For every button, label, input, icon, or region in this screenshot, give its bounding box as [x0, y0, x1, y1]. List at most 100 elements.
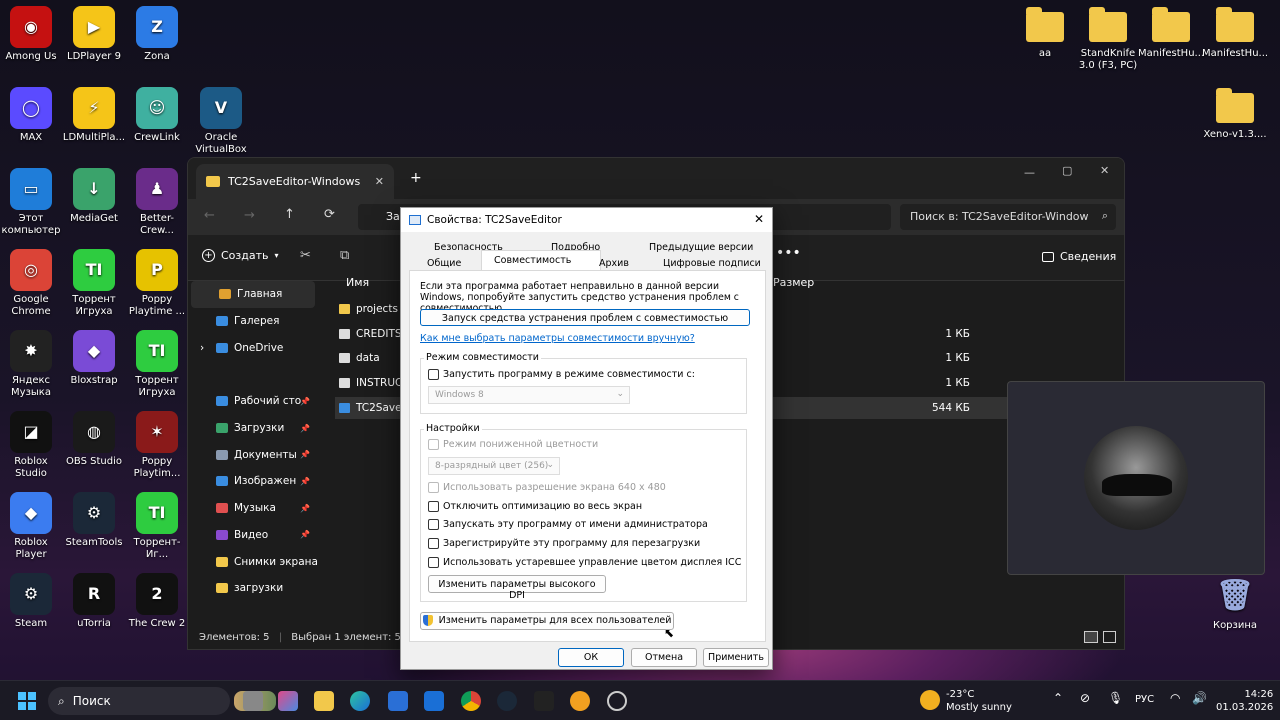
- new-tab-icon[interactable]: +: [410, 170, 422, 186]
- copy-icon[interactable]: ⧉: [340, 248, 349, 263]
- desktop-icon[interactable]: ⚙ Steam: [0, 573, 64, 630]
- file-explorer-taskbar-icon[interactable]: [314, 691, 334, 711]
- close-tab-icon[interactable]: ✕: [375, 175, 384, 188]
- chevron-right-icon[interactable]: ›: [200, 342, 204, 354]
- outlook-icon[interactable]: [424, 691, 444, 711]
- new-button[interactable]: + Создать ▾: [202, 249, 279, 262]
- copilot-icon[interactable]: [278, 691, 298, 711]
- column-name-header[interactable]: Имя: [346, 276, 369, 289]
- close-window-icon[interactable]: ✕: [1100, 164, 1109, 177]
- troubleshooter-button[interactable]: Запуск средства устранения проблем с сов…: [420, 309, 750, 326]
- desktop-icon[interactable]: ⚙ SteamTools: [61, 492, 127, 549]
- chat-app-icon[interactable]: [570, 691, 590, 711]
- explorer-tab[interactable]: TC2SaveEditor-Windows ✕: [196, 164, 394, 199]
- desktop-icon[interactable]: TI Торрент-Иг...: [124, 492, 190, 561]
- desktop-icon[interactable]: TI Торрент Игруха: [124, 330, 190, 399]
- desktop-icon[interactable]: ▶ LDPlayer 9: [61, 6, 127, 63]
- desktop-folder[interactable]: ManifestHu...: [1138, 6, 1204, 60]
- desktop-icon[interactable]: ▭ Этот компьютер: [0, 168, 64, 237]
- compat-os-dropdown[interactable]: Windows 8 ⌄: [428, 386, 630, 404]
- cut-icon[interactable]: ✂: [300, 248, 311, 263]
- nav-item[interactable]: Документы 📌: [188, 441, 318, 468]
- microphone-icon[interactable]: 🎙: [1108, 691, 1123, 705]
- apply-button[interactable]: Применить: [703, 648, 769, 667]
- high-dpi-button[interactable]: Изменить параметры высокого DPI: [428, 575, 606, 601]
- desktop-icon[interactable]: ◆ Roblox Player: [0, 492, 64, 561]
- tab-general[interactable]: Общие: [427, 258, 461, 269]
- task-view-icon[interactable]: [243, 691, 263, 711]
- steam-icon[interactable]: [497, 691, 517, 711]
- nav-item[interactable]: Загрузки 📌: [188, 415, 318, 442]
- nav-item[interactable]: Музыка 📌: [188, 495, 318, 522]
- desktop-icon[interactable]: ◎ Google Chrome: [0, 249, 64, 318]
- tab-digital-signatures[interactable]: Цифровые подписи: [663, 258, 761, 269]
- reduced-color-checkbox[interactable]: Режим пониженной цветности: [428, 439, 598, 450]
- run-admin-checkbox[interactable]: Запускать эту программу от имени админис…: [428, 519, 708, 530]
- volume-icon[interactable]: 🔊: [1192, 691, 1207, 705]
- desktop-icon[interactable]: V Oracle VirtualBox: [188, 87, 254, 156]
- tab-compatibility[interactable]: Совместимость: [481, 250, 601, 270]
- tab-previous-versions[interactable]: Предыдущие версии: [649, 242, 753, 253]
- chevron-up-icon[interactable]: ⌃: [1053, 691, 1063, 705]
- compat-mode-checkbox[interactable]: Запустить программу в режиме совместимос…: [428, 369, 695, 380]
- desktop-icon[interactable]: ⚡ LDMultiPla...: [61, 87, 127, 144]
- dialog-close-icon[interactable]: ✕: [754, 212, 764, 226]
- desktop-icon[interactable]: P Poppy Playtime ...: [124, 249, 190, 318]
- legacy-icc-checkbox[interactable]: Использовать устаревшее управление цвето…: [428, 557, 741, 568]
- chrome-icon[interactable]: [461, 691, 481, 711]
- video-call-overlay[interactable]: [1007, 381, 1265, 575]
- desktop-icon[interactable]: RuTorria: [61, 573, 127, 630]
- tab-archive[interactable]: Архив: [599, 258, 629, 269]
- nav-item[interactable]: Снимки экрана: [188, 548, 318, 575]
- desktop-icon[interactable]: ♟ Better-Crew...: [124, 168, 190, 237]
- register-restart-checkbox[interactable]: Зарегистрируйте эту программу для переза…: [428, 538, 700, 549]
- forward-icon[interactable]: →: [244, 208, 255, 223]
- column-size-header[interactable]: Размер: [773, 276, 814, 289]
- details-view-icon[interactable]: [1084, 631, 1098, 643]
- start-icon[interactable]: [18, 692, 36, 710]
- desktop-icon[interactable]: ◪ Roblox Studio: [0, 411, 64, 480]
- recorder-icon[interactable]: [607, 691, 627, 711]
- network-off-icon[interactable]: ⊘: [1080, 691, 1090, 705]
- desktop-icon[interactable]: ↓ MediaGet: [61, 168, 127, 225]
- up-icon[interactable]: ↑: [284, 207, 295, 222]
- desktop-folder[interactable]: Xeno-v1.3....: [1202, 87, 1268, 141]
- desktop-icon[interactable]: TI Торрент Игруха: [61, 249, 127, 318]
- color-depth-dropdown[interactable]: 8-разрядный цвет (256) ⌄: [428, 457, 560, 475]
- language-indicator[interactable]: РУС: [1135, 694, 1154, 705]
- wifi-icon[interactable]: ◠: [1170, 691, 1180, 705]
- more-icon[interactable]: •••: [776, 245, 801, 261]
- yandex-music-icon[interactable]: [534, 691, 554, 711]
- ok-button[interactable]: ОК: [558, 648, 624, 667]
- nav-item[interactable]: Видео 📌: [188, 522, 318, 549]
- desktop-icon[interactable]: ✶ Poppy Playtim...: [124, 411, 190, 480]
- res-640-checkbox[interactable]: Использовать разрешение экрана 640 x 480: [428, 482, 666, 493]
- nav-item[interactable]: загрузки: [188, 575, 318, 602]
- maximize-icon[interactable]: ▢: [1062, 164, 1072, 177]
- minimize-icon[interactable]: —: [1024, 166, 1035, 179]
- nav-item[interactable]: Галерея: [188, 308, 318, 335]
- nav-item[interactable]: Главная: [191, 281, 315, 308]
- search-field[interactable]: Поиск в: TC2SaveEditor-Window ⌕: [900, 204, 1116, 230]
- clock[interactable]: 14:26 01.03.2026: [1216, 688, 1273, 714]
- nav-item[interactable]: Изображен 📌: [188, 468, 318, 495]
- tiles-view-icon[interactable]: [1103, 631, 1116, 643]
- desktop-icon[interactable]: ◯ MAX: [0, 87, 64, 144]
- back-icon[interactable]: ←: [204, 208, 215, 223]
- desktop-icon[interactable]: ☺ CrewLink: [124, 87, 190, 144]
- taskbar-search[interactable]: ⌕ Поиск: [48, 687, 276, 715]
- manual-settings-link[interactable]: Как мне выбрать параметры совместимости …: [420, 333, 695, 344]
- fullscreen-opt-checkbox[interactable]: Отключить оптимизацию во весь экран: [428, 501, 642, 512]
- details-button[interactable]: Сведения: [1042, 250, 1116, 263]
- all-users-button[interactable]: Изменить параметры для всех пользователе…: [420, 612, 674, 630]
- desktop-icon[interactable]: 2 The Crew 2: [124, 573, 190, 630]
- desktop-folder[interactable]: ManifestHu...: [1202, 6, 1268, 60]
- desktop-icon[interactable]: ◍ OBS Studio: [61, 411, 127, 468]
- nav-item[interactable]: Рабочий сто 📌: [188, 388, 318, 415]
- refresh-icon[interactable]: ⟳: [324, 207, 335, 222]
- desktop-icon[interactable]: ◉ Among Us: [0, 6, 64, 63]
- desktop-icon[interactable]: Z Zona: [124, 6, 190, 63]
- desktop-folder[interactable]: aa: [1012, 6, 1078, 60]
- desktop-icon[interactable]: ✸ Яндекс Музыка: [0, 330, 64, 399]
- recycle-bin[interactable]: 🗑 Корзина: [1202, 575, 1268, 632]
